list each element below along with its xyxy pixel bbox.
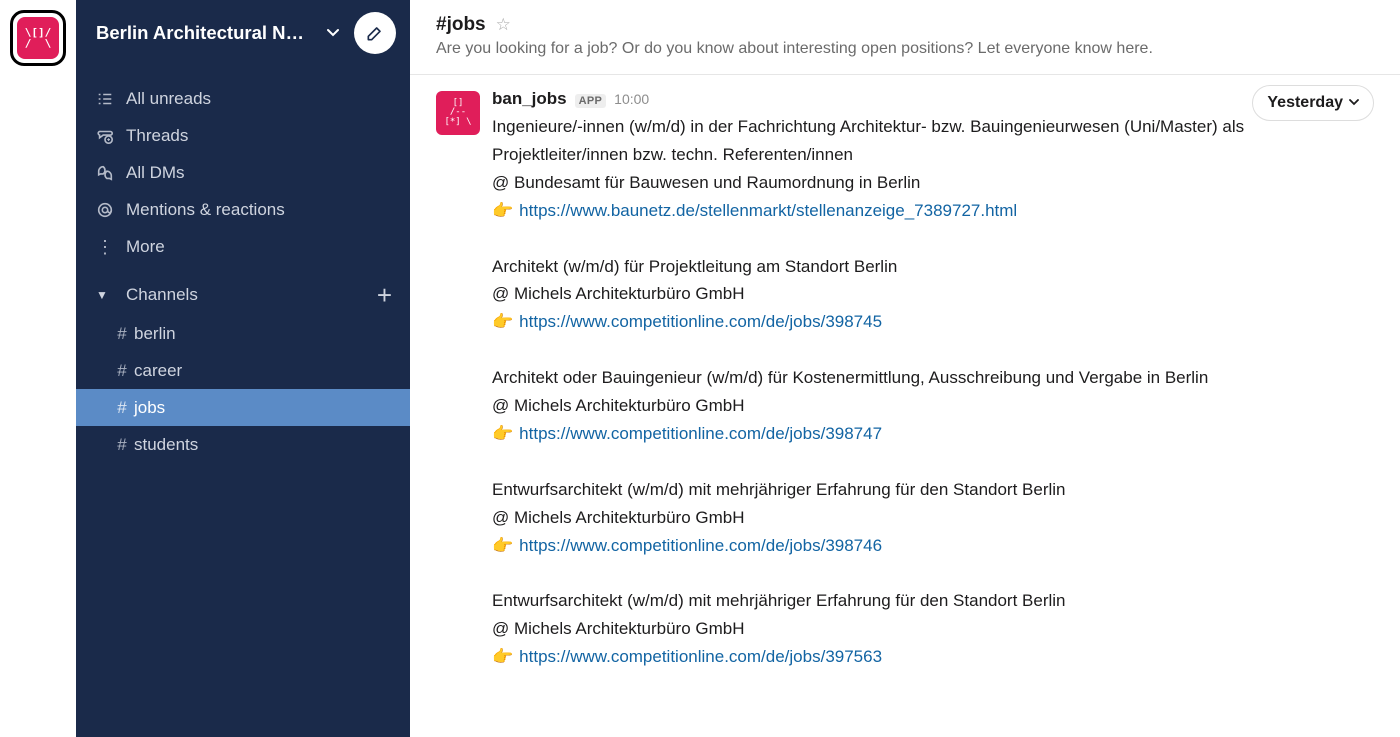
job-employer: @ Michels Architekturbüro GmbH xyxy=(492,392,1374,420)
channel-name: career xyxy=(134,361,182,381)
channel-description: Are you looking for a job? Or do you kno… xyxy=(436,40,1374,58)
channel-name: berlin xyxy=(134,324,176,344)
channel-name: students xyxy=(134,435,198,455)
app-badge: APP xyxy=(575,94,607,108)
hash-icon: # xyxy=(110,398,134,418)
sidebar-item-more[interactable]: ⋮More xyxy=(76,228,410,265)
main-content: #jobs ☆ Are you looking for a job? Or do… xyxy=(410,0,1400,737)
job-link[interactable]: https://www.baunetz.de/stellenmarkt/stel… xyxy=(519,201,1017,220)
channel-item-students[interactable]: #students xyxy=(76,426,410,463)
sidebar: Berlin Architectural N… All unreads Threa… xyxy=(76,0,410,737)
hash-icon: # xyxy=(110,324,134,344)
sidebar-item-label: Mentions & reactions xyxy=(126,200,396,220)
pointer-icon: 👉 xyxy=(492,312,513,331)
channels-section-header[interactable]: ▼ Channels + xyxy=(76,275,410,315)
threads-icon xyxy=(96,127,126,145)
channels-label: Channels xyxy=(126,285,377,305)
job-link[interactable]: https://www.competitionline.com/de/jobs/… xyxy=(519,312,882,331)
mentions-icon xyxy=(96,201,126,219)
message-header: ban_jobs APP 10:00 xyxy=(492,89,1374,109)
compose-button[interactable] xyxy=(354,12,396,54)
workspace-name[interactable]: Berlin Architectural N… xyxy=(96,22,320,44)
avatar[interactable]: []/--[*] \ xyxy=(436,91,480,135)
message: []/--[*] \ ban_jobs APP 10:00 Ingenieure… xyxy=(436,89,1374,671)
pointer-icon: 👉 xyxy=(492,647,513,666)
chevron-down-icon[interactable] xyxy=(320,27,346,39)
channel-header: #jobs ☆ Are you looking for a job? Or do… xyxy=(410,0,1400,75)
sidebar-header: Berlin Architectural N… xyxy=(76,0,410,66)
sidebar-nav: All unreads Threads All DMs Mentions & reac… xyxy=(76,66,410,269)
message-body: ban_jobs APP 10:00 Ingenieure/-innen (w/… xyxy=(492,89,1374,671)
chevron-down-icon xyxy=(1349,97,1359,110)
sidebar-item-all-unreads[interactable]: All unreads xyxy=(76,80,410,117)
hash-icon: # xyxy=(110,361,134,381)
sidebar-item-label: More xyxy=(126,237,396,257)
sidebar-item-threads[interactable]: Threads xyxy=(76,117,410,154)
sidebar-item-label: All DMs xyxy=(126,163,396,183)
add-channel-button[interactable]: + xyxy=(377,280,392,311)
more-icon: ⋮ xyxy=(96,238,126,256)
job-title: Architekt (w/m/d) für Projektleitung am … xyxy=(492,253,1374,281)
date-divider-pill[interactable]: Yesterday xyxy=(1252,85,1374,121)
sidebar-item-label: Threads xyxy=(126,126,396,146)
job-posting: Architekt (w/m/d) für Projektleitung am … xyxy=(492,253,1374,337)
all-dms-icon xyxy=(96,164,126,182)
sidebar-item-mentions[interactable]: Mentions & reactions xyxy=(76,191,410,228)
job-posting: Architekt oder Bauingenieur (w/m/d) für … xyxy=(492,364,1374,448)
job-posting: Entwurfsarchitekt (w/m/d) mit mehrjährig… xyxy=(492,476,1374,560)
all-unreads-icon xyxy=(96,90,126,108)
channel-item-jobs[interactable]: #jobs xyxy=(76,389,410,426)
channel-item-career[interactable]: #career xyxy=(76,352,410,389)
job-employer: @ Michels Architekturbüro GmbH xyxy=(492,615,1374,643)
sidebar-item-all-dms[interactable]: All DMs xyxy=(76,154,410,191)
date-label: Yesterday xyxy=(1267,94,1343,112)
message-text: Ingenieure/-innen (w/m/d) in der Fachric… xyxy=(492,113,1374,671)
job-employer: @ Michels Architekturbüro GmbH xyxy=(492,504,1374,532)
channel-title[interactable]: #jobs xyxy=(436,14,486,36)
job-link[interactable]: https://www.competitionline.com/de/jobs/… xyxy=(519,424,882,443)
app-rail: \[]// \ xyxy=(0,0,76,737)
job-link[interactable]: https://www.competitionline.com/de/jobs/… xyxy=(519,647,882,666)
job-title: Ingenieure/-innen (w/m/d) in der Fachric… xyxy=(492,113,1374,169)
job-link[interactable]: https://www.competitionline.com/de/jobs/… xyxy=(519,536,882,555)
caret-down-icon: ▼ xyxy=(96,288,126,302)
workspace-logo: \[]// \ xyxy=(17,17,59,59)
channel-item-berlin[interactable]: #berlin xyxy=(76,315,410,352)
channel-list: #berlin#career#jobs#students xyxy=(76,315,410,463)
job-employer: @ Michels Architekturbüro GmbH xyxy=(492,280,1374,308)
job-posting: Entwurfsarchitekt (w/m/d) mit mehrjährig… xyxy=(492,587,1374,671)
job-employer: @ Bundesamt für Bauwesen und Raumordnung… xyxy=(492,169,1374,197)
pointer-icon: 👉 xyxy=(492,536,513,555)
messages-pane: Yesterday []/--[*] \ ban_jobs APP 10:00 … xyxy=(410,75,1400,737)
hash-icon: # xyxy=(110,435,134,455)
job-title: Architekt oder Bauingenieur (w/m/d) für … xyxy=(492,364,1374,392)
workspace-tile[interactable]: \[]// \ xyxy=(10,10,66,66)
job-title: Entwurfsarchitekt (w/m/d) mit mehrjährig… xyxy=(492,476,1374,504)
pointer-icon: 👉 xyxy=(492,424,513,443)
sidebar-item-label: All unreads xyxy=(126,89,396,109)
job-title: Entwurfsarchitekt (w/m/d) mit mehrjährig… xyxy=(492,587,1374,615)
channel-name: jobs xyxy=(134,398,165,418)
message-author[interactable]: ban_jobs xyxy=(492,89,567,109)
job-posting: Ingenieure/-innen (w/m/d) in der Fachric… xyxy=(492,113,1374,225)
pointer-icon: 👉 xyxy=(492,201,513,220)
star-icon[interactable]: ☆ xyxy=(496,15,511,35)
message-time: 10:00 xyxy=(614,91,649,107)
